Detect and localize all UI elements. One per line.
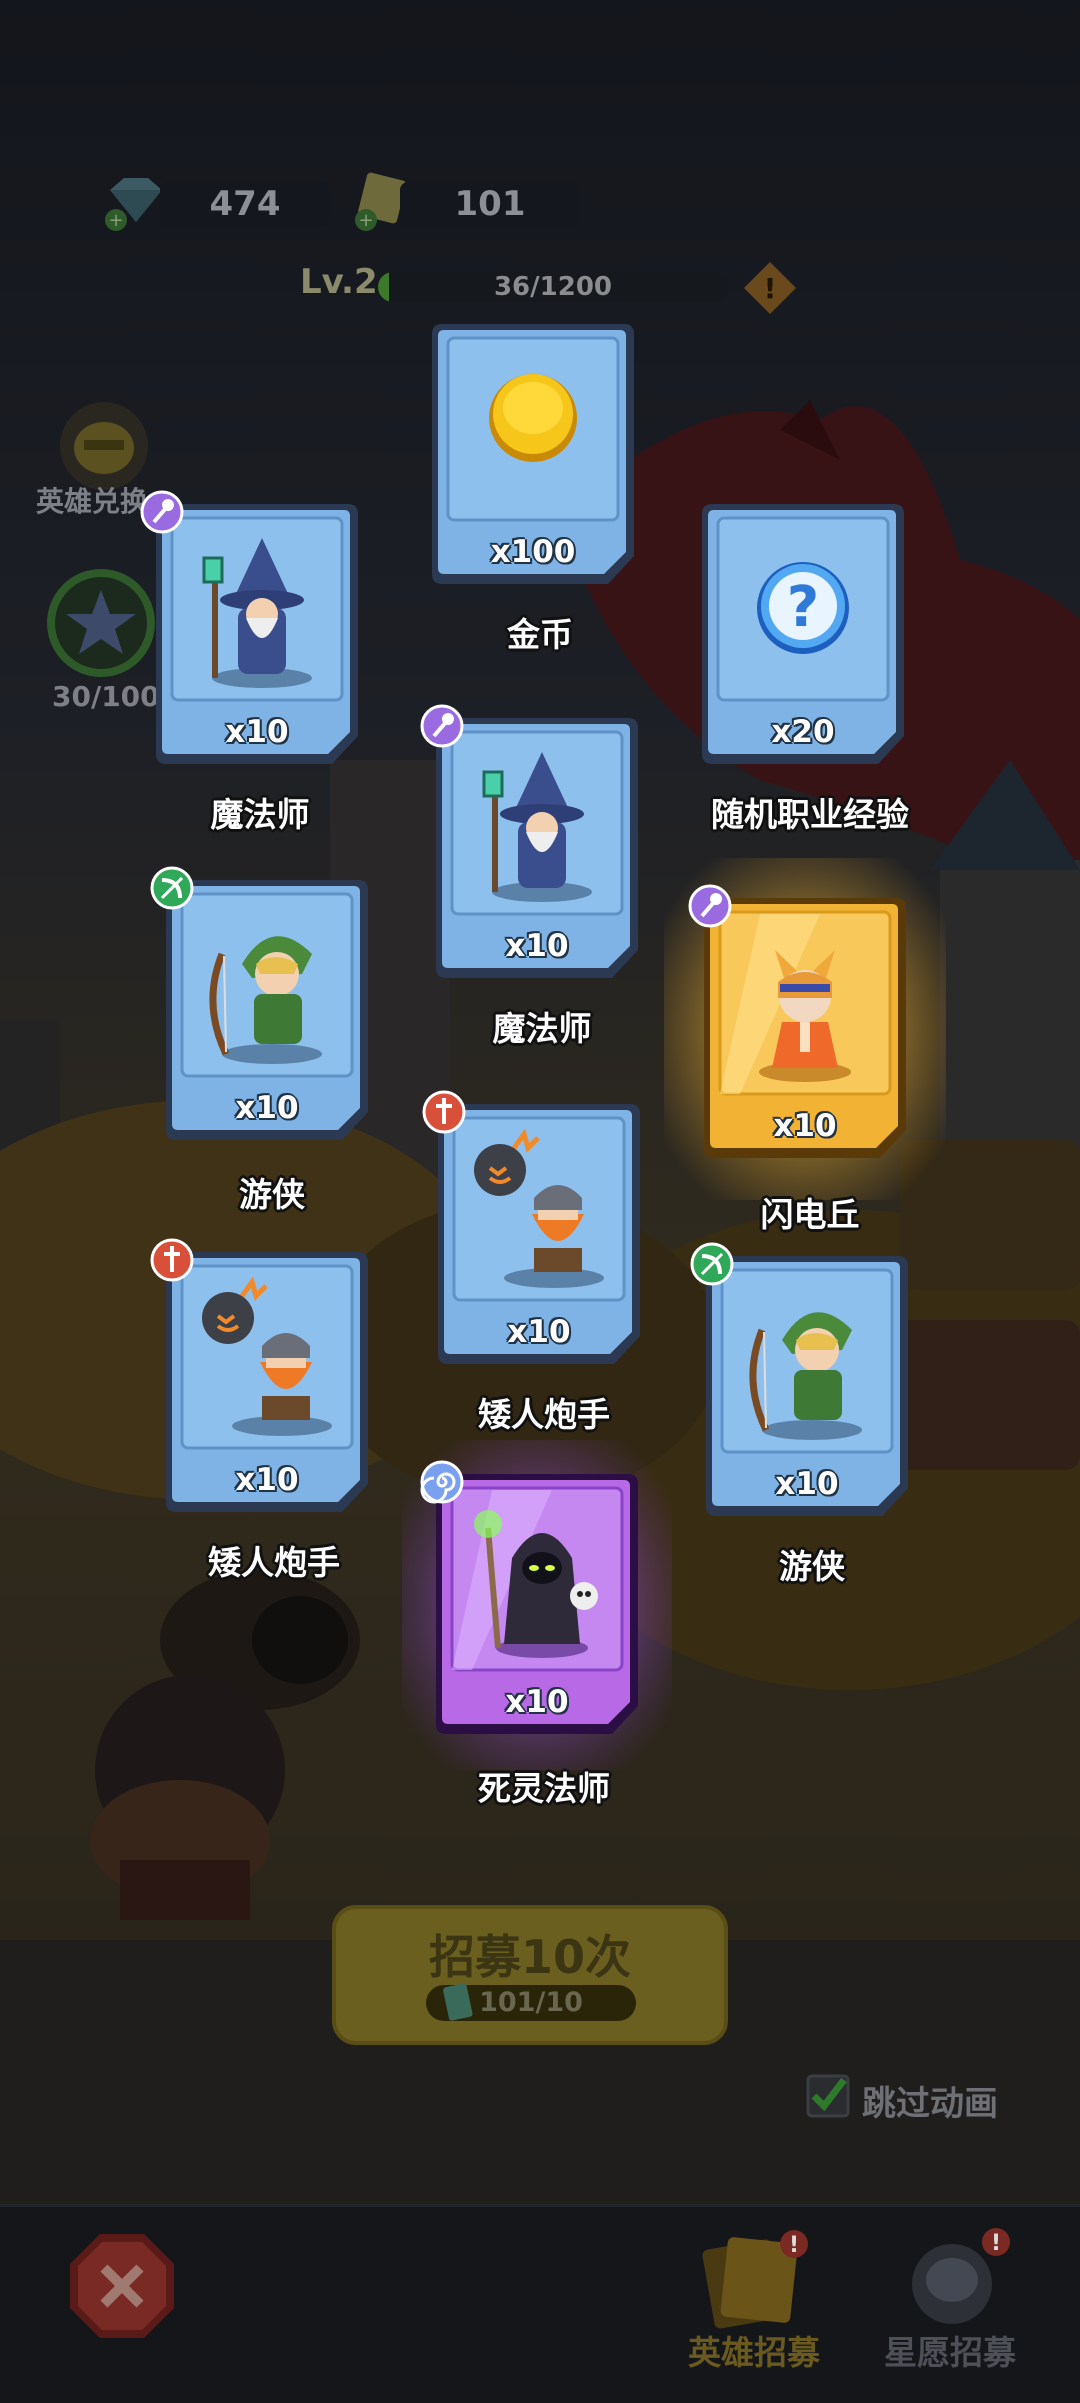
reward-name: 闪电丘 — [760, 1195, 860, 1234]
reward-name: 死灵法师 — [478, 1769, 610, 1808]
reward-quantity: x10 — [775, 1466, 839, 1502]
svg-text:+: + — [358, 210, 373, 231]
necromancer-hero — [474, 1510, 598, 1658]
svg-text:+: + — [108, 210, 123, 231]
reward-card-dwarf-gunner[interactable]: x10 — [422, 1090, 644, 1370]
recruit-ten-button[interactable]: 招募10次 101/10 — [332, 1905, 728, 2045]
bow-class-icon — [150, 866, 194, 910]
bow-class-icon — [690, 1242, 734, 1286]
reward-name: 矮人炮手 — [478, 1395, 610, 1434]
reward-quantity: x10 — [235, 1462, 299, 1498]
star-wish-tab-icon[interactable]: ! — [898, 2226, 1018, 2330]
reward-card-legendary[interactable]: x10 — [664, 858, 946, 1200]
svg-text:!: ! — [789, 2233, 799, 2258]
skip-animation-label[interactable]: 跳过动画 — [862, 2076, 998, 2125]
xp-progress-bar: 36/1200 — [378, 272, 728, 302]
reward-name: 矮人炮手 — [208, 1543, 340, 1582]
hero-recruit-tab-icon[interactable]: ! — [688, 2230, 818, 2330]
sword-class-icon — [150, 1238, 194, 1282]
svg-text:!: ! — [991, 2231, 1001, 2256]
ticket-icon — [443, 1983, 473, 2021]
reward-card-wizard[interactable]: x10 — [140, 490, 362, 770]
reward-quantity: x10 — [773, 1108, 837, 1144]
ranger-hero — [209, 936, 322, 1064]
reward-name: 魔法师 — [210, 795, 310, 834]
wizard-hero — [202, 538, 312, 688]
sword-class-icon — [422, 1090, 466, 1134]
tab-star-wish-recruit[interactable]: 星愿招募 — [884, 2326, 1016, 2374]
xp-progress-text: 36/1200 — [493, 272, 613, 302]
reward-card-ranger[interactable]: x10 — [150, 866, 372, 1146]
reward-quantity: x10 — [225, 714, 289, 750]
reward-quantity: x10 — [235, 1090, 299, 1126]
hero-exchange-icon[interactable] — [48, 396, 160, 492]
reward-quantity: x10 — [507, 1314, 571, 1350]
close-icon[interactable] — [66, 2230, 178, 2342]
staff-class-icon — [420, 704, 464, 748]
question-orb-icon: ? — [757, 562, 849, 654]
reward-quantity: x10 — [505, 928, 569, 964]
fox-girl-hero — [759, 950, 851, 1082]
reward-card-wizard[interactable]: x10 — [420, 704, 642, 984]
reward-name: 游侠 — [239, 1175, 305, 1214]
reward-name: 魔法师 — [492, 1009, 592, 1048]
reward-card-dwarf-gunner[interactable]: x10 — [150, 1238, 372, 1518]
svg-text:!: ! — [764, 272, 777, 305]
reward-card-random-exp[interactable]: ? x20 — [698, 500, 908, 770]
reward-name: 游侠 — [779, 1547, 845, 1586]
reward-quantity: x20 — [771, 714, 835, 750]
star-wish-icon[interactable] — [46, 568, 156, 678]
diamond-count: 474 — [160, 182, 330, 226]
staff-class-icon — [688, 884, 732, 928]
dwarf-gunner-hero — [474, 1128, 604, 1288]
star-progress: 30/100 — [52, 680, 160, 713]
spiral-class-icon — [420, 1460, 464, 1504]
ticket-count: 101 — [400, 182, 580, 226]
recruit-ten-label: 招募10次 — [428, 1930, 631, 1984]
ranger-hero — [749, 1312, 862, 1440]
dwarf-gunner-hero — [202, 1276, 332, 1436]
alert-icon[interactable]: ! — [742, 260, 798, 316]
gold-coin-icon — [489, 374, 577, 462]
reward-card-ranger[interactable]: x10 — [690, 1242, 912, 1522]
tab-hero-recruit[interactable]: 英雄招募 — [688, 2326, 820, 2374]
reward-name: 金币 — [507, 615, 573, 654]
reward-quantity: x10 — [505, 1684, 569, 1720]
staff-class-icon — [140, 490, 184, 534]
svg-text:?: ? — [787, 575, 819, 640]
reward-card-epic[interactable]: x10 — [402, 1440, 672, 1770]
hero-exchange-label[interactable]: 英雄兑换 — [36, 480, 148, 520]
reward-quantity: x100 — [490, 534, 576, 570]
reward-name: 随机职业经验 — [711, 795, 909, 834]
wizard-hero — [482, 752, 592, 902]
player-level: Lv.2 — [300, 262, 378, 302]
reward-card-gold[interactable]: x100 — [428, 320, 638, 590]
skip-animation-checkbox[interactable] — [806, 2074, 850, 2118]
